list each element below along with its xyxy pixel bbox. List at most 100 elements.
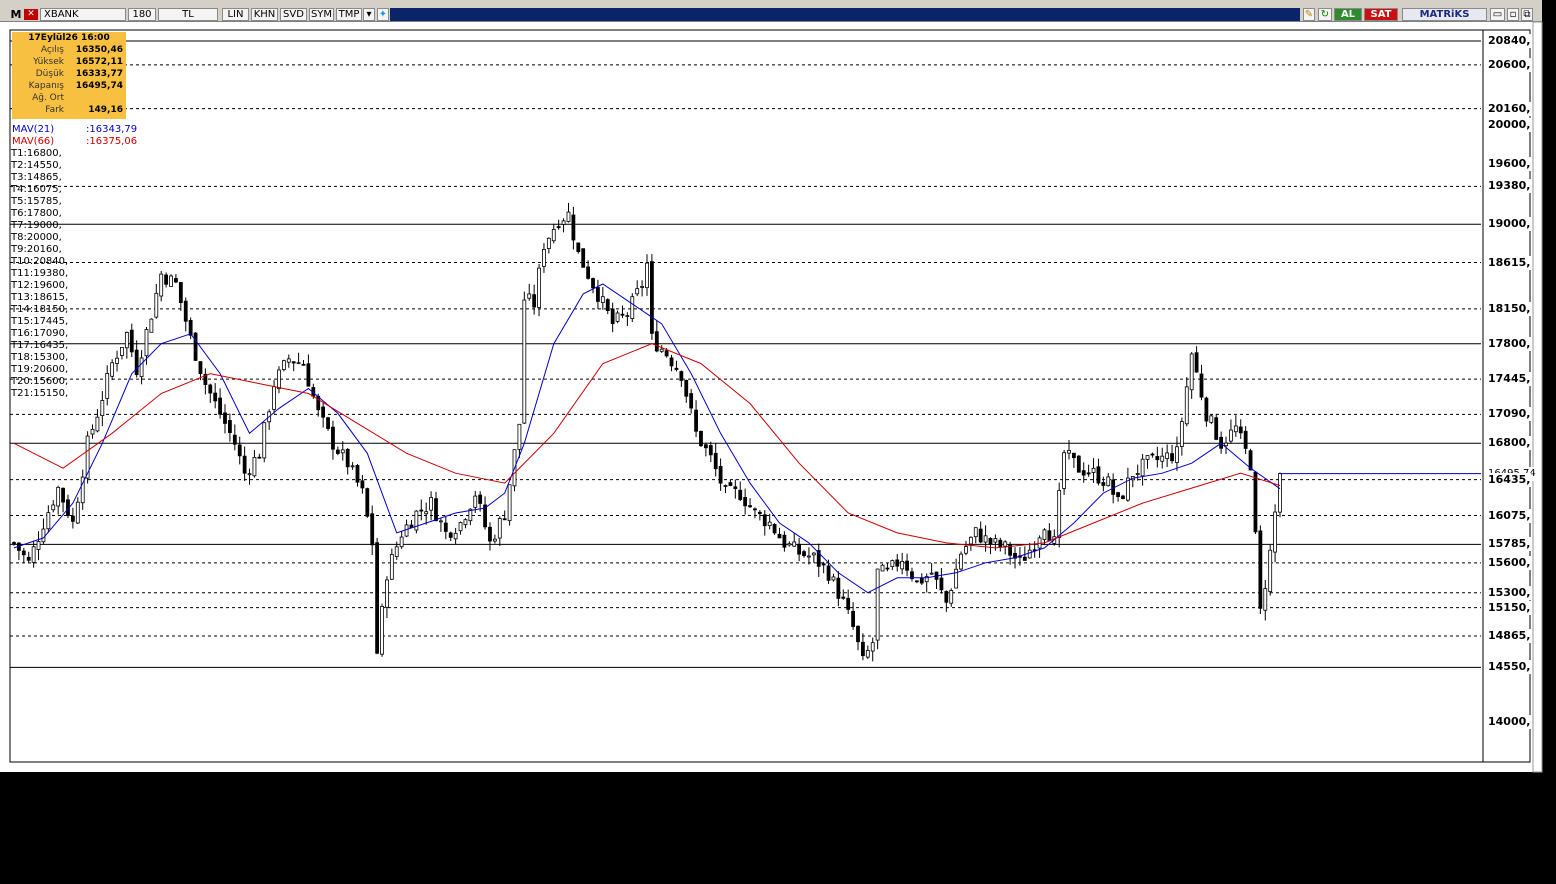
diff-label: Fark: [45, 105, 64, 115]
candle-body: [350, 465, 355, 468]
candle-body: [370, 513, 375, 546]
candle-body: [448, 532, 453, 538]
candle-body: [41, 528, 46, 543]
scrollbar-strip: [1532, 21, 1543, 773]
axis-tick-label: 20600,: [1487, 57, 1532, 72]
axis-tick-label: 14865,: [1487, 629, 1532, 644]
candle-body: [743, 497, 748, 507]
level-list-item: T19:20600,: [11, 364, 69, 375]
candle-body: [1278, 473, 1282, 513]
candle-body: [757, 511, 762, 515]
candle-body: [242, 455, 247, 474]
level-list-item: T8:20000,: [11, 232, 62, 243]
candle-body: [870, 642, 875, 652]
candle-body: [586, 266, 591, 279]
candle-body: [326, 417, 330, 429]
candle-body: [1268, 549, 1273, 592]
candle-body: [1229, 429, 1233, 442]
axis-tick-label: 14550,: [1487, 660, 1532, 675]
candle-body: [748, 505, 752, 508]
level-list-item: T12:19600,: [11, 280, 69, 291]
candle-body: [90, 428, 95, 435]
candle-body: [576, 242, 581, 253]
close-row: Kapanış 16495,74: [12, 80, 126, 92]
candle-body: [296, 362, 301, 365]
candle-body: [281, 360, 286, 370]
diff-row: Fark 149,16: [12, 104, 126, 116]
candle-body: [708, 445, 713, 456]
candle-body: [291, 361, 296, 364]
candle-body: [365, 488, 370, 517]
candle-body: [1170, 453, 1174, 462]
candle-body: [223, 412, 227, 424]
candle-body: [144, 329, 149, 357]
candle-body: [713, 452, 718, 470]
candle-body: [360, 480, 365, 489]
axis-tick-label: 15150,: [1487, 600, 1532, 615]
candle-body: [51, 504, 56, 511]
candle-body: [193, 332, 198, 361]
candle-body: [12, 542, 16, 544]
candle-body: [831, 576, 836, 581]
price-chart[interactable]: [0, 0, 1556, 884]
candle-body: [571, 214, 576, 241]
candle-body: [841, 596, 846, 599]
candle-body: [1106, 476, 1111, 487]
candle-body: [807, 555, 811, 558]
candle-body: [1042, 529, 1047, 540]
level-list-item: T3:14865,: [11, 172, 62, 183]
candle-body: [703, 444, 708, 449]
candle-body: [600, 296, 605, 303]
candle-body: [900, 560, 905, 570]
level-list-item: T2:14550,: [11, 160, 62, 171]
candle-body: [1067, 450, 1071, 454]
candle-body: [399, 536, 404, 548]
candle-body: [1047, 530, 1052, 542]
axis-tick-label: 17800,: [1487, 336, 1532, 351]
candle-body: [335, 449, 340, 454]
high-row: Yüksek 16572,11: [12, 56, 126, 68]
candle-body: [174, 278, 178, 283]
candle-body: [389, 554, 394, 580]
candle-body: [630, 296, 635, 319]
candle-body: [340, 449, 345, 454]
candle-body: [895, 559, 900, 567]
candle-body: [26, 556, 31, 561]
candle-body: [272, 386, 276, 410]
candle-body: [1096, 466, 1101, 484]
axis-tick-label: 19600,: [1487, 157, 1532, 172]
candle-body: [159, 273, 164, 297]
open-row: Açılış 16350,46: [12, 44, 126, 56]
candle-body: [488, 526, 492, 542]
candle-body: [154, 292, 159, 318]
candle-body: [802, 551, 806, 557]
candle-body: [1086, 472, 1091, 475]
candle-body: [753, 508, 757, 511]
candle-body: [105, 373, 110, 399]
axis-tick-label: 16435,: [1487, 472, 1532, 487]
candle-body: [1150, 453, 1155, 456]
candle-body: [129, 329, 134, 353]
ohlc-info-box: 17Eylül26 16:00 Açılış 16350,46 Yüksek 1…: [12, 32, 126, 119]
candle-body: [502, 518, 507, 521]
candle-body: [1238, 426, 1243, 434]
candle-body: [561, 220, 566, 225]
candle-body: [728, 482, 733, 486]
level-list-item: T17:16435,: [11, 340, 69, 351]
candle-body: [1224, 442, 1228, 447]
candle-body: [865, 650, 870, 658]
candle-body: [1179, 421, 1184, 447]
candle-body: [919, 577, 924, 584]
candle-body: [723, 485, 728, 487]
candle-body: [100, 400, 105, 416]
candle-body: [1263, 588, 1268, 611]
candle-body: [237, 444, 242, 457]
axis-tick-label: 20000,: [1487, 117, 1532, 132]
candle-body: [110, 362, 115, 377]
candle-body: [650, 261, 654, 334]
candle-body: [1184, 386, 1189, 425]
candle-body: [551, 229, 556, 242]
level-list-item: T1:16800,: [11, 148, 62, 159]
candle-body: [983, 535, 988, 543]
level-list-item: T9:20160,: [11, 244, 62, 255]
